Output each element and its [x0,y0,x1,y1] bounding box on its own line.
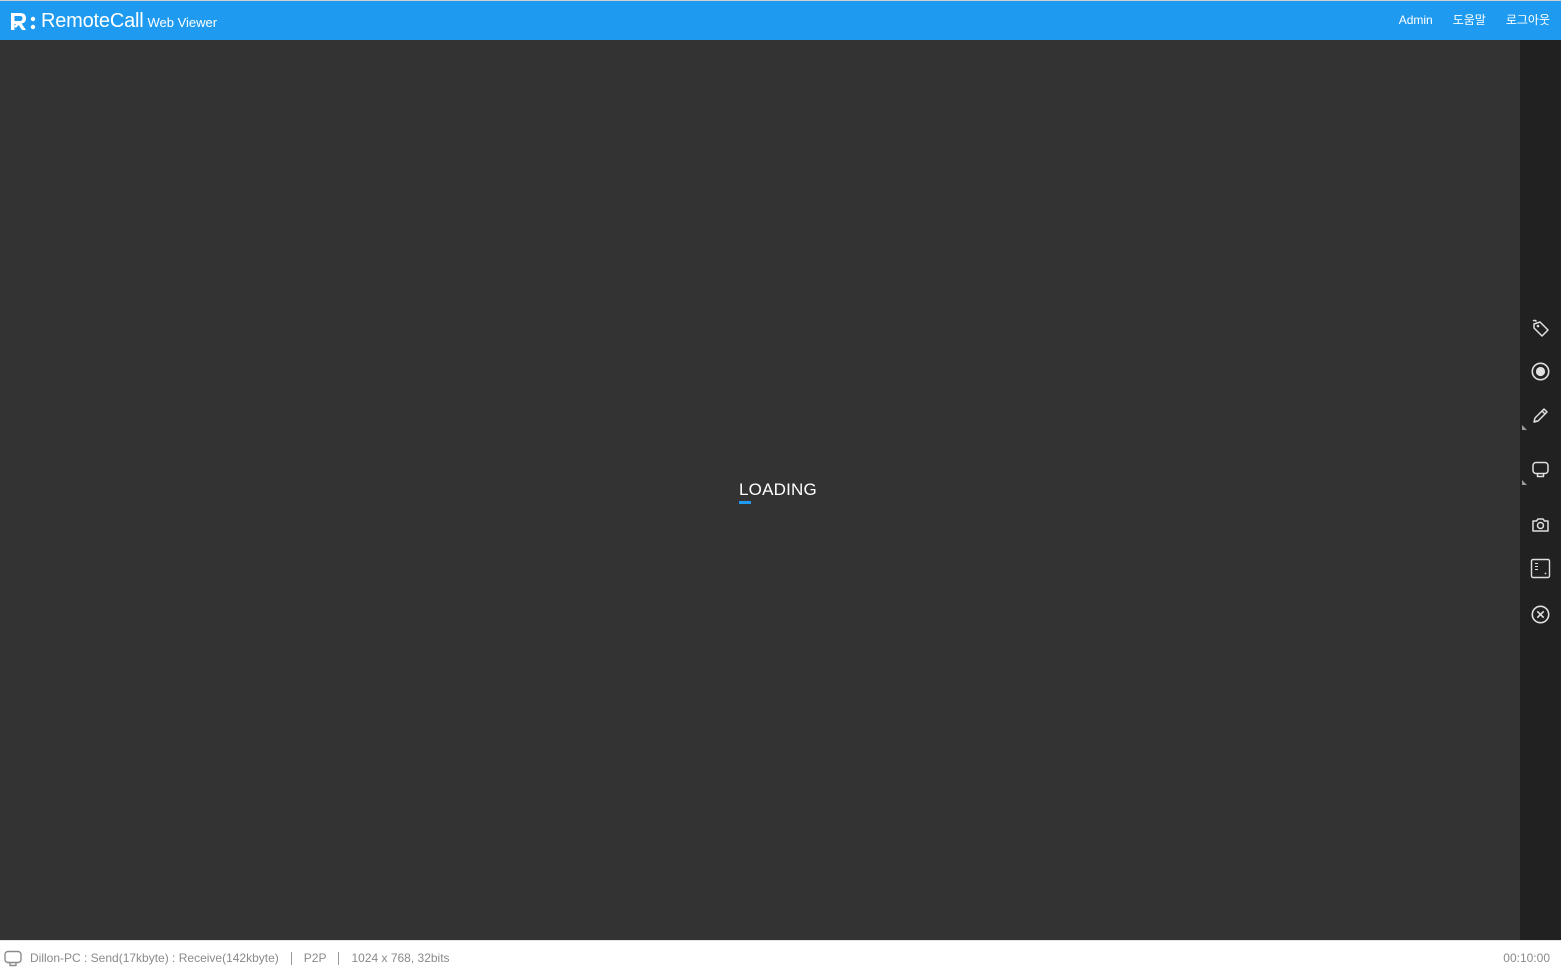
monitor-status-icon [4,950,22,967]
header-nav: Admin 도움말 로그아웃 [1399,12,1550,28]
tag-icon[interactable] [1530,318,1551,339]
record-icon[interactable] [1530,361,1551,382]
loading-progress-bar [739,501,751,504]
elapsed-time: 00:10:00 [1503,951,1550,965]
screen-resolution: 1024 x 768, 32bits [351,951,450,965]
status-divider [338,951,340,965]
right-toolbar [1520,40,1561,940]
ctrl-alt-del-icon[interactable] [1530,558,1551,579]
logo-text: RemoteCall [41,10,144,32]
loading-text: LOADING [739,480,817,499]
camera-icon[interactable] [1530,514,1551,535]
logo-mark-icon [11,13,36,30]
status-left: Dillon-PC : Send(17kbyte) : Receive(142k… [30,951,450,965]
logout-link[interactable]: 로그아웃 [1506,12,1550,28]
admin-link[interactable]: Admin [1399,12,1433,28]
app-header: RemoteCall Web Viewer Admin 도움말 로그아웃 [0,0,1561,40]
monitor-icon[interactable] [1530,459,1551,480]
logo-subtitle: Web Viewer [147,15,218,30]
pen-icon[interactable] [1530,405,1551,426]
connection-info: Dillon-PC : Send(17kbyte) : Receive(142k… [30,951,279,965]
status-bar: Dillon-PC : Send(17kbyte) : Receive(142k… [0,940,1561,969]
help-link[interactable]: 도움말 [1453,12,1486,28]
connection-mode: P2P [303,951,327,965]
close-circle-icon[interactable] [1530,604,1551,625]
monitor-submenu-arrow-icon[interactable] [1522,480,1527,485]
pen-submenu-arrow-icon[interactable] [1522,425,1527,430]
logo: RemoteCall Web Viewer [9,10,217,32]
status-divider [290,951,292,965]
